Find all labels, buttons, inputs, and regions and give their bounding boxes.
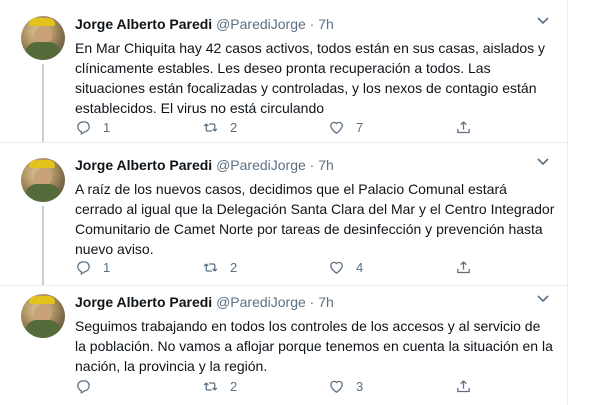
tweet-header: Jorge Alberto Paredi @ParediJorge · 7h [75, 157, 334, 173]
like-button[interactable]: 3 [328, 376, 363, 396]
chevron-down-icon[interactable] [536, 16, 550, 26]
like-button[interactable]: 7 [328, 117, 363, 137]
share-icon [457, 379, 470, 392]
avatar[interactable] [21, 158, 65, 202]
retweet-count: 2 [230, 378, 238, 394]
retweet-button[interactable]: 2 [202, 257, 237, 277]
avatar-hat [29, 18, 55, 26]
heart-icon [330, 380, 343, 393]
tweet-text: A raíz de los nuevos casos, decidimos qu… [75, 181, 555, 257]
author-name[interactable]: Jorge Alberto Paredi [75, 294, 212, 310]
tweet-time[interactable]: 7h [318, 294, 334, 310]
tweet-time[interactable]: 7h [318, 157, 334, 173]
author-handle[interactable]: @ParediJorge [216, 16, 306, 32]
reply-count: 1 [103, 119, 111, 135]
author-name[interactable]: Jorge Alberto Paredi [75, 16, 212, 32]
heart-icon [330, 261, 343, 274]
share-button[interactable] [455, 257, 483, 277]
separator-dot: · [309, 16, 315, 32]
like-count: 4 [356, 259, 364, 275]
separator-dot: · [309, 294, 315, 310]
avatar[interactable] [21, 294, 65, 338]
avatar-body [25, 42, 61, 60]
tweet-actions: 1 2 4 [75, 257, 545, 277]
author-name[interactable]: Jorge Alberto Paredi [75, 157, 212, 173]
like-button[interactable]: 4 [328, 257, 363, 277]
retweet-icon [203, 381, 218, 391]
separator-dot: · [309, 157, 315, 173]
avatar-body [25, 320, 61, 338]
retweet-button[interactable]: 2 [202, 117, 237, 137]
reply-count: 1 [103, 259, 111, 275]
retweet-icon [203, 122, 218, 132]
tweet-text: En Mar Chiquita hay 42 casos activos, to… [75, 40, 546, 116]
retweet-button[interactable]: 2 [202, 376, 237, 396]
tweet[interactable]: Jorge Alberto Paredi @ParediJorge · 7h E… [0, 0, 568, 142]
tweet-actions: 2 3 [75, 376, 545, 396]
tweet[interactable]: Jorge Alberto Paredi @ParediJorge · 7h S… [0, 285, 568, 405]
reply-button[interactable]: 1 [75, 257, 110, 277]
tweet-header: Jorge Alberto Paredi @ParediJorge · 7h [75, 16, 334, 32]
tweet-text: Seguimos trabajando en todos los control… [75, 318, 553, 374]
avatar[interactable] [21, 16, 65, 60]
share-icon [457, 260, 470, 273]
thread-line [42, 206, 44, 286]
retweet-count: 2 [230, 259, 238, 275]
like-count: 7 [356, 119, 364, 135]
like-count: 3 [356, 378, 364, 394]
chevron-down-icon[interactable] [536, 157, 550, 167]
chevron-down-icon[interactable] [536, 294, 550, 304]
reply-icon [77, 260, 90, 275]
share-button[interactable] [455, 117, 483, 137]
tweet-actions: 1 2 7 [75, 117, 545, 137]
tweet-time[interactable]: 7h [318, 16, 334, 32]
heart-icon [330, 121, 343, 134]
share-button[interactable] [455, 376, 483, 396]
author-handle[interactable]: @ParediJorge [216, 157, 306, 173]
retweet-icon [203, 262, 218, 272]
retweet-count: 2 [230, 119, 238, 135]
reply-icon [77, 120, 90, 135]
tweet[interactable]: Jorge Alberto Paredi @ParediJorge · 7h A… [0, 142, 568, 286]
tweet-header: Jorge Alberto Paredi @ParediJorge · 7h [75, 294, 334, 310]
timeline: Jorge Alberto Paredi @ParediJorge · 7h E… [0, 0, 568, 405]
reply-button[interactable]: 1 [75, 117, 110, 137]
share-icon [457, 120, 470, 133]
avatar-hat [29, 160, 55, 168]
reply-icon [77, 379, 90, 394]
thread-line [42, 64, 44, 142]
reply-button[interactable] [75, 376, 103, 396]
avatar-hat [29, 296, 55, 304]
author-handle[interactable]: @ParediJorge [216, 294, 306, 310]
avatar-body [25, 184, 61, 202]
